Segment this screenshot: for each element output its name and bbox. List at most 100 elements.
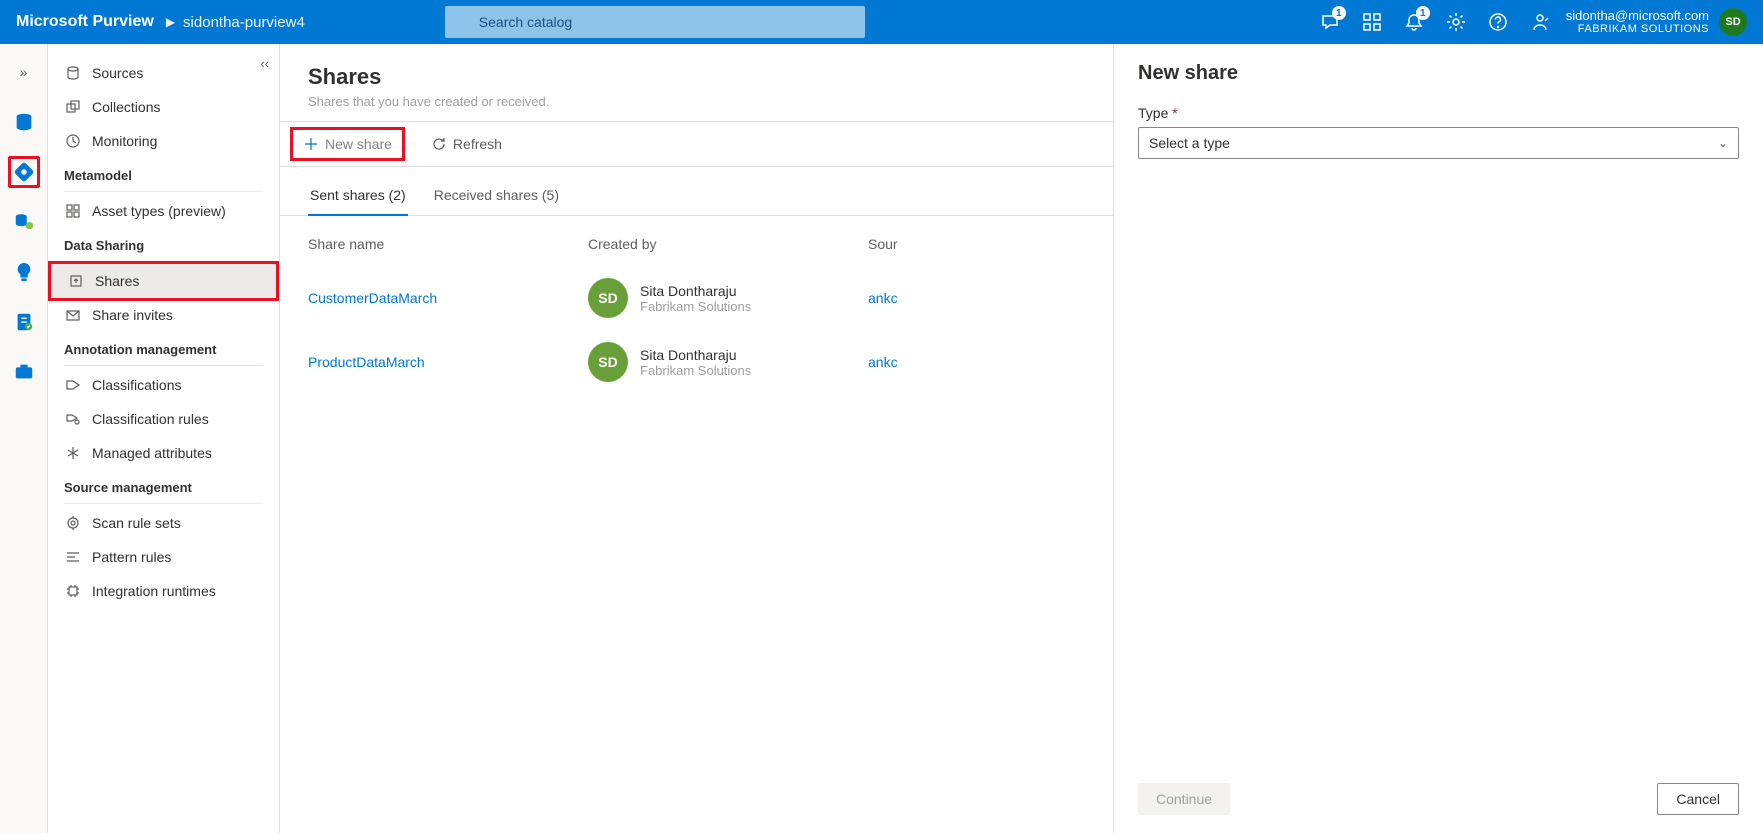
settings-icon[interactable]: [1446, 12, 1466, 32]
monitoring-icon: [64, 132, 82, 150]
user-avatar[interactable]: SD: [1719, 8, 1747, 36]
rail-datacatalog-icon[interactable]: [8, 106, 40, 138]
pattern-rules-icon: [64, 548, 82, 566]
asset-types-icon: [64, 202, 82, 220]
nav-rail: »: [0, 44, 48, 833]
sidebar-item-shares[interactable]: Shares: [51, 264, 276, 298]
tab-received-shares[interactable]: Received shares (5): [432, 179, 561, 215]
page-subtitle: Shares that you have created or received…: [308, 94, 1085, 109]
expand-rail-icon[interactable]: »: [8, 56, 40, 88]
sidebar-item-asset-types[interactable]: Asset types (preview): [48, 194, 279, 228]
sidebar-item-pattern-rules[interactable]: Pattern rules: [48, 540, 279, 574]
chevron-down-icon: ⌄: [1718, 136, 1728, 150]
new-share-button[interactable]: New share: [290, 127, 405, 161]
required-indicator: *: [1172, 105, 1177, 121]
feedback-badge: 1: [1332, 6, 1346, 20]
integration-runtimes-icon: [64, 582, 82, 600]
refresh-label: Refresh: [453, 136, 502, 152]
rail-insights-icon[interactable]: [8, 256, 40, 288]
new-share-panel: New share Type * Select a type ⌄ Continu…: [1113, 44, 1763, 833]
brand: Microsoft Purview: [16, 13, 154, 31]
rail-dataestate-icon[interactable]: [8, 206, 40, 238]
feedback-icon[interactable]: 1: [1320, 12, 1340, 32]
sidebar-item-label: Classification rules: [92, 411, 209, 427]
share-name-link[interactable]: ProductDataMarch: [308, 354, 588, 370]
user-org: FABRIKAM SOLUTIONS: [1566, 23, 1709, 36]
refresh-button[interactable]: Refresh: [421, 130, 512, 158]
sidebar-item-label: Monitoring: [92, 133, 157, 149]
sidebar-item-label: Asset types (preview): [92, 203, 226, 219]
new-share-label: New share: [325, 136, 392, 152]
refresh-icon: [431, 136, 447, 152]
creator-avatar: SD: [588, 278, 628, 318]
tab-sent-shares[interactable]: Sent shares (2): [308, 179, 408, 215]
share-invites-icon: [64, 306, 82, 324]
page-title: Shares: [308, 64, 1085, 90]
sidebar-item-managed-attributes[interactable]: Managed attributes: [48, 436, 279, 470]
creator-name: Sita Dontharaju: [640, 283, 751, 299]
classification-rules-icon: [64, 410, 82, 428]
source-link[interactable]: ankc: [868, 354, 1085, 370]
type-select[interactable]: Select a type ⌄: [1138, 127, 1739, 159]
sidebar-item-label: Integration runtimes: [92, 583, 216, 599]
sidebar-item-sources[interactable]: Sources: [48, 56, 279, 90]
sidebar-group-metamodel: Metamodel: [48, 158, 279, 189]
user-email: sidontha@microsoft.com: [1566, 8, 1709, 24]
notifications-badge: 1: [1416, 6, 1430, 20]
user-info[interactable]: sidontha@microsoft.com FABRIKAM SOLUTION…: [1566, 8, 1709, 37]
sidebar-item-classification-rules[interactable]: Classification rules: [48, 402, 279, 436]
creator-avatar: SD: [588, 342, 628, 382]
sidebar-item-scan-rule-sets[interactable]: Scan rule sets: [48, 506, 279, 540]
sidebar-item-label: Shares: [95, 273, 139, 289]
sidebar-item-collections[interactable]: Collections: [48, 90, 279, 124]
sidebar-item-label: Sources: [92, 65, 143, 81]
scan-rule-sets-icon: [64, 514, 82, 532]
type-placeholder: Select a type: [1149, 135, 1230, 151]
column-header-name[interactable]: Share name: [308, 236, 588, 252]
managed-attributes-icon: [64, 444, 82, 462]
column-header-source[interactable]: Sour: [868, 236, 1085, 252]
continue-button[interactable]: Continue: [1138, 783, 1230, 815]
rail-management-icon[interactable]: [8, 356, 40, 388]
share-name-link[interactable]: CustomerDataMarch: [308, 290, 588, 306]
shares-icon: [67, 272, 85, 290]
table-row: CustomerDataMarch SD Sita Dontharaju Fab…: [308, 266, 1085, 330]
breadcrumb-chevron-icon: ▶: [166, 15, 175, 29]
sidebar-item-label: Collections: [92, 99, 160, 115]
sidebar-item-share-invites[interactable]: Share invites: [48, 298, 279, 332]
sidebar-item-monitoring[interactable]: Monitoring: [48, 124, 279, 158]
plus-icon: [303, 136, 319, 152]
sources-icon: [64, 64, 82, 82]
sidebar-item-classifications[interactable]: Classifications: [48, 368, 279, 402]
support-icon[interactable]: [1530, 12, 1550, 32]
creator-org: Fabrikam Solutions: [640, 299, 751, 314]
classifications-icon: [64, 376, 82, 394]
sidebar-item-integration-runtimes[interactable]: Integration runtimes: [48, 574, 279, 608]
sidebar-group-data-sharing: Data Sharing: [48, 228, 279, 259]
rail-datapolicy-icon[interactable]: [8, 306, 40, 338]
sidebar-group-annotation: Annotation management: [48, 332, 279, 363]
rail-datamap-icon[interactable]: [8, 156, 40, 188]
topbar: Microsoft Purview ▶ sidontha-purview4 1 …: [0, 0, 1763, 44]
search-input[interactable]: [445, 6, 865, 38]
main-content: Shares Shares that you have created or r…: [280, 44, 1113, 833]
sidebar-group-source-mgmt: Source management: [48, 470, 279, 501]
cancel-button[interactable]: Cancel: [1657, 783, 1739, 815]
sidebar: ‹‹ Sources Collections Monitoring Metamo…: [48, 44, 280, 833]
panel-title: New share: [1138, 62, 1739, 85]
table-row: ProductDataMarch SD Sita Dontharaju Fabr…: [308, 330, 1085, 394]
type-field-label: Type *: [1138, 105, 1739, 121]
sidebar-item-label: Share invites: [92, 307, 173, 323]
sidebar-item-label: Managed attributes: [92, 445, 212, 461]
source-link[interactable]: ankc: [868, 290, 1085, 306]
sidebar-item-label: Classifications: [92, 377, 181, 393]
creator-name: Sita Dontharaju: [640, 347, 751, 363]
instance-name[interactable]: sidontha-purview4: [183, 14, 305, 31]
sidebar-item-label: Pattern rules: [92, 549, 171, 565]
help-icon[interactable]: [1488, 12, 1508, 32]
notifications-icon[interactable]: 1: [1404, 12, 1424, 32]
directory-icon[interactable]: [1362, 12, 1382, 32]
column-header-createdby[interactable]: Created by: [588, 236, 868, 252]
creator-org: Fabrikam Solutions: [640, 363, 751, 378]
collapse-sidebar-icon[interactable]: ‹‹: [260, 56, 269, 71]
